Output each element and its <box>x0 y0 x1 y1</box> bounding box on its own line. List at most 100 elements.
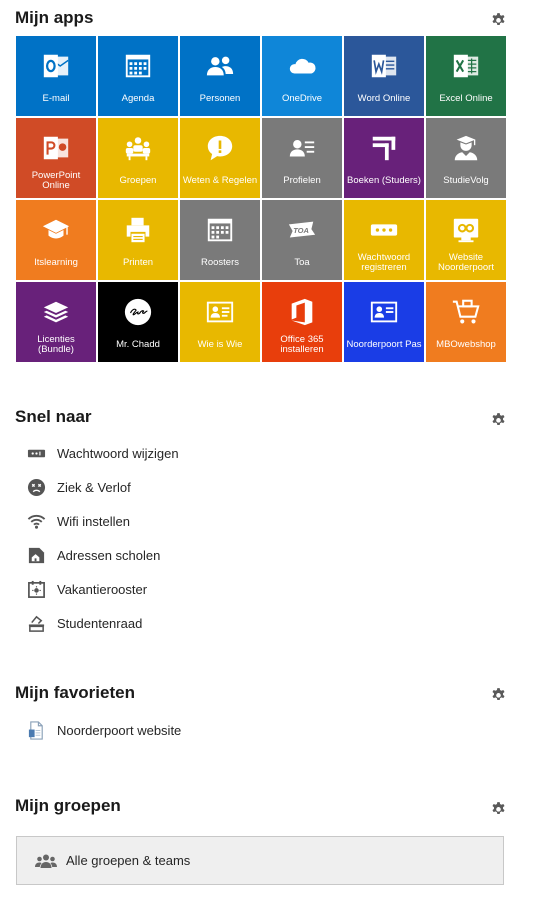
tile-email[interactable]: E-mail <box>16 36 96 116</box>
quick-link-label: Wachtwoord wijzigen <box>57 445 179 461</box>
tile-toa[interactable]: TOA Toa <box>262 200 342 280</box>
favorite-noorderpoort-website[interactable]: Noorderpoort website <box>26 719 181 741</box>
tile-wie-is-wie[interactable]: Wie is Wie <box>180 282 260 362</box>
toa-icon: TOA <box>262 214 342 246</box>
tile-label: Itslearning <box>34 257 78 268</box>
tile-profielen[interactable]: Profielen <box>262 118 342 198</box>
tile-label: Licenties (Bundle) <box>37 334 75 355</box>
tile-printen[interactable]: Printen <box>98 200 178 280</box>
onedrive-icon <box>262 50 342 82</box>
people-icon <box>180 50 260 82</box>
website-icon <box>426 214 506 246</box>
tile-label: Profielen <box>283 175 321 186</box>
favorites-settings-gear-icon[interactable] <box>490 686 507 703</box>
all-groups-label: Alle groepen & teams <box>66 853 191 868</box>
tile-label: Printen <box>122 257 154 268</box>
printer-icon <box>98 214 178 246</box>
quick-links-settings-gear-icon[interactable] <box>490 411 507 428</box>
quick-link-label: Wifi instellen <box>57 513 130 529</box>
quick-link-adressen-scholen[interactable]: Adressen scholen <box>26 544 160 566</box>
groups-title: Mijn groepen <box>15 796 121 815</box>
shopping-cart-icon <box>426 296 506 328</box>
quick-link-ziek-verlof[interactable]: Ziek & Verlof <box>26 476 131 498</box>
tile-groepen[interactable]: Groepen <box>98 118 178 198</box>
password-icon <box>26 443 46 463</box>
outlook-icon <box>16 50 96 82</box>
quick-link-wifi-instellen[interactable]: Wifi instellen <box>26 510 130 532</box>
tile-label: Mr. Chadd <box>116 339 160 350</box>
schedule-icon <box>180 214 260 246</box>
tile-label: Weten & Regelen <box>182 175 258 186</box>
tile-studievolg[interactable]: StudieVolg <box>426 118 506 198</box>
tile-excel-online[interactable]: Excel Online <box>426 36 506 116</box>
office-icon <box>262 296 342 328</box>
apps-tile-grid: E-mail Agenda Personen OneDrive Word Onl… <box>16 36 506 362</box>
badge-icon <box>344 296 424 328</box>
tile-label: Wie is Wie <box>197 339 243 350</box>
profile-card-icon <box>262 132 342 164</box>
tile-powerpoint-online[interactable]: PowerPoint Online <box>16 118 96 198</box>
tile-office-365[interactable]: Office 365 installeren <box>262 282 342 362</box>
tile-label: Groepen <box>119 175 157 186</box>
tile-roosters[interactable]: Roosters <box>180 200 260 280</box>
tile-boeken[interactable]: Boeken (Studers) <box>344 118 424 198</box>
quick-link-label: Studentenraad <box>57 615 143 631</box>
tile-website-noorderpoort[interactable]: Website Noorderpoort <box>426 200 506 280</box>
tile-weten-regelen[interactable]: Weten & Regelen <box>180 118 260 198</box>
tile-label: Word Online <box>357 93 411 104</box>
people-icon <box>35 852 57 870</box>
powerpoint-icon <box>16 132 96 164</box>
tile-label: Roosters <box>200 257 239 268</box>
tile-label: Toa <box>294 257 310 268</box>
chadd-logo-icon <box>98 296 178 328</box>
graduation-cap-icon <box>16 214 96 246</box>
tile-label: Noorderpoort Pas <box>346 339 422 350</box>
all-groups-teams-button[interactable]: Alle groepen & teams <box>16 836 504 885</box>
quick-link-vakantierooster[interactable]: Vakantierooster <box>26 578 147 600</box>
groups-icon <box>98 132 178 164</box>
quick-link-studentenraad[interactable]: Studentenraad <box>26 612 142 634</box>
quick-link-label: Ziek & Verlof <box>57 479 131 495</box>
quick-link-label: Adressen scholen <box>57 547 161 563</box>
tile-label: Website Noorderpoort <box>438 252 494 273</box>
favorite-label: Noorderpoort website <box>57 722 182 738</box>
tile-mr-chadd[interactable]: Mr. Chadd <box>98 282 178 362</box>
books-icon <box>344 132 424 164</box>
svg-text:TOA: TOA <box>293 226 309 235</box>
id-card-icon <box>180 296 260 328</box>
tile-label: Wachtwoord registreren <box>357 252 411 273</box>
password-icon <box>344 214 424 246</box>
document-icon <box>26 720 46 740</box>
wifi-icon <box>26 511 46 531</box>
groups-settings-gear-icon[interactable] <box>490 800 507 817</box>
tile-wachtwoord-registreren[interactable]: Wachtwoord registreren <box>344 200 424 280</box>
tile-label: OneDrive <box>281 93 323 104</box>
tile-word-online[interactable]: Word Online <box>344 36 424 116</box>
tile-label: Office 365 installeren <box>280 334 324 355</box>
calendar-icon <box>98 50 178 82</box>
favorites-title: Mijn favorieten <box>15 683 135 702</box>
vacation-icon <box>26 579 46 599</box>
tile-mbowebshop[interactable]: MBOwebshop <box>426 282 506 362</box>
speech-bubble-icon <box>180 132 260 164</box>
tile-licenties[interactable]: Licenties (Bundle) <box>16 282 96 362</box>
quick-link-label: Vakantierooster <box>57 581 148 597</box>
tile-label: Boeken (Studers) <box>347 175 421 186</box>
tile-label: Excel Online <box>439 93 493 104</box>
tile-label: Agenda <box>121 93 155 104</box>
quick-links-title: Snel naar <box>15 407 92 426</box>
word-icon <box>344 50 424 82</box>
tile-onedrive[interactable]: OneDrive <box>262 36 342 116</box>
excel-icon <box>426 50 506 82</box>
quick-link-wachtwoord-wijzigen[interactable]: Wachtwoord wijzigen <box>26 442 179 464</box>
tile-personen[interactable]: Personen <box>180 36 260 116</box>
tile-agenda[interactable]: Agenda <box>98 36 178 116</box>
tile-label: StudieVolg <box>443 175 489 186</box>
tile-noorderpoort-pas[interactable]: Noorderpoort Pas <box>344 282 424 362</box>
tile-label: Personen <box>199 93 241 104</box>
tile-itslearning[interactable]: Itslearning <box>16 200 96 280</box>
sick-face-icon <box>26 477 46 497</box>
tile-label: MBOwebshop <box>436 339 496 350</box>
tile-label: PowerPoint Online <box>31 170 81 191</box>
apps-settings-gear-icon[interactable] <box>490 11 507 28</box>
